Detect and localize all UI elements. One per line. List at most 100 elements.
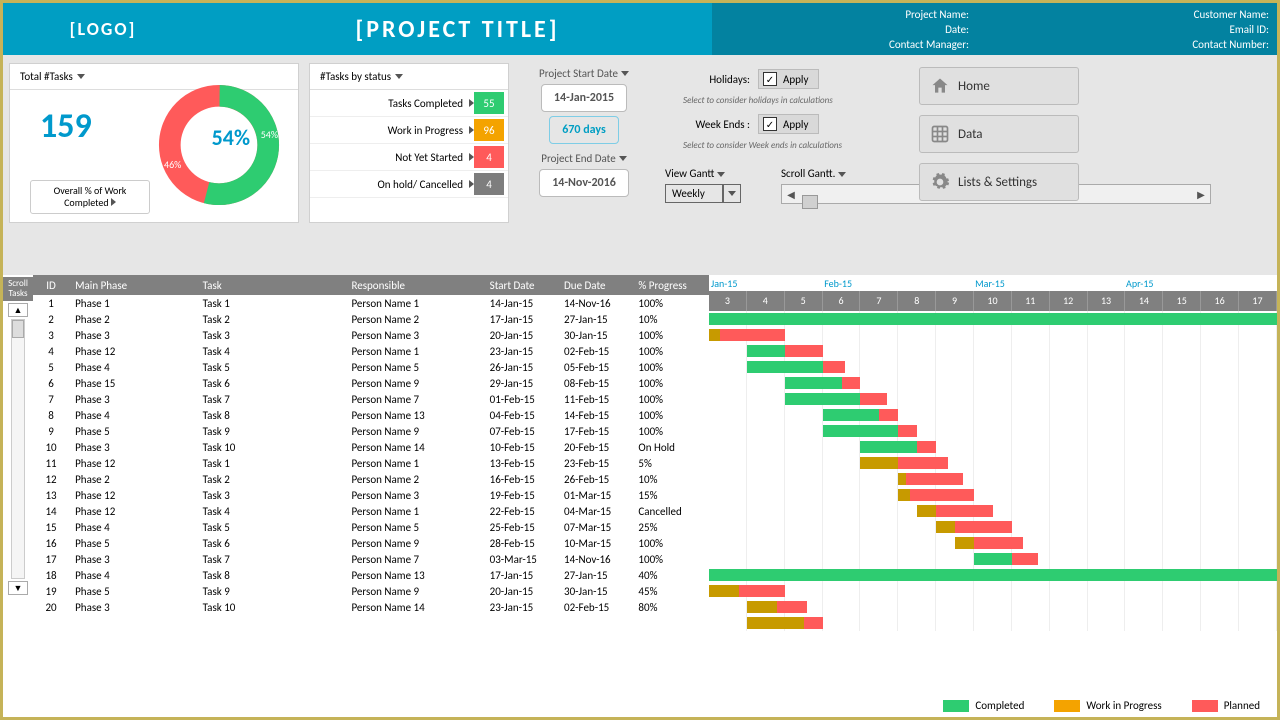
- cell-progress: 100%: [632, 407, 709, 423]
- vertical-scroll-thumb[interactable]: [12, 320, 24, 338]
- gantt-cell: [1201, 343, 1239, 359]
- scroll-right-icon[interactable]: ▶: [1192, 188, 1210, 201]
- gantt-cell: [785, 327, 823, 343]
- gantt-cell: [974, 343, 1012, 359]
- gantt-cell: [1201, 375, 1239, 391]
- table-header[interactable]: Responsible: [345, 275, 483, 295]
- table-row[interactable]: 15 Phase 4 Task 5 Person Name 5 25-Feb-1…: [33, 519, 709, 535]
- gantt-cell: [1088, 343, 1126, 359]
- overall-work-button[interactable]: Overall % of Work Completed: [30, 180, 150, 214]
- table-row[interactable]: 19 Phase 5 Task 9 Person Name 9 20-Jan-1…: [33, 583, 709, 599]
- table-row[interactable]: 2 Phase 2 Task 2 Person Name 2 17-Jan-15…: [33, 311, 709, 327]
- gantt-cell: [1012, 519, 1050, 535]
- card-tasks-by-status: #Tasks by status Tasks Completed 55 Work…: [309, 63, 509, 223]
- table-row[interactable]: 13 Phase 12 Task 3 Person Name 3 19-Feb-…: [33, 487, 709, 503]
- start-date-label[interactable]: Project Start Date: [539, 67, 629, 80]
- scroll-down-button[interactable]: ▼: [8, 581, 28, 595]
- holidays-apply-toggle[interactable]: ✓ Apply: [758, 69, 819, 89]
- gantt-cell: [1125, 615, 1163, 631]
- table-header[interactable]: ID: [33, 275, 69, 295]
- workspace: Scroll Tasks ▲ ▼ IDMain PhaseTaskRespons…: [3, 275, 1277, 655]
- gantt-cell: [823, 519, 861, 535]
- cell-progress: 100%: [632, 295, 709, 311]
- table-row[interactable]: 20 Phase 3 Task 10 Person Name 14 23-Jan…: [33, 599, 709, 615]
- cell-phase: Phase 3: [69, 439, 197, 455]
- cell-progress: 80%: [632, 599, 709, 615]
- table-row[interactable]: 12 Phase 2 Task 2 Person Name 2 16-Feb-1…: [33, 471, 709, 487]
- dashboard-row: Total #Tasks 159 54% 46% 54% Overall % o…: [3, 55, 1277, 275]
- gantt-cell: [974, 455, 1012, 471]
- gantt-cell: [1012, 343, 1050, 359]
- table-row[interactable]: 16 Phase 5 Task 6 Person Name 9 28-Feb-1…: [33, 535, 709, 551]
- label-email: Email ID:: [985, 22, 1269, 37]
- project-meta-left: Project Name: Date: Contact Manager:: [712, 3, 977, 55]
- table-row[interactable]: 7 Phase 3 Task 7 Person Name 7 01-Feb-15…: [33, 391, 709, 407]
- scroll-left-icon[interactable]: ◀: [782, 188, 800, 201]
- end-date-label[interactable]: Project End Date: [541, 152, 626, 165]
- cell-responsible: Person Name 5: [345, 519, 483, 535]
- gantt-cell: [898, 599, 936, 615]
- table-row[interactable]: 8 Phase 4 Task 8 Person Name 13 04-Feb-1…: [33, 407, 709, 423]
- status-header[interactable]: #Tasks by status: [310, 64, 508, 90]
- gantt-cell: [1050, 487, 1088, 503]
- gantt-cell: [1239, 583, 1277, 599]
- scroll-thumb[interactable]: [802, 195, 818, 209]
- status-row[interactable]: Work in Progress 96: [310, 117, 508, 144]
- label-project-name: Project Name:: [720, 7, 969, 22]
- status-row[interactable]: Not Yet Started 4: [310, 144, 508, 171]
- cell-responsible: Person Name 13: [345, 567, 483, 583]
- cell-task: Task 8: [197, 567, 346, 583]
- table-row[interactable]: 17 Phase 3 Task 7 Person Name 7 03-Mar-1…: [33, 551, 709, 567]
- home-button[interactable]: Home: [919, 67, 1079, 105]
- gantt-cell: [1201, 487, 1239, 503]
- gantt-cell: [709, 407, 747, 423]
- vertical-scroll-track[interactable]: [11, 319, 25, 579]
- table-header[interactable]: Due Date: [558, 275, 632, 295]
- gantt-week-cell: 10: [974, 291, 1012, 311]
- table-header[interactable]: % Progress: [632, 275, 709, 295]
- view-gantt-label: View Gantt: [665, 167, 714, 180]
- table-row[interactable]: 1 Phase 1 Task 1 Person Name 1 14-Jan-15…: [33, 295, 709, 311]
- scroll-up-button[interactable]: ▲: [8, 303, 28, 317]
- table-row[interactable]: 9 Phase 5 Task 9 Person Name 9 07-Feb-15…: [33, 423, 709, 439]
- gantt-bar: [906, 473, 963, 485]
- cell-responsible: Person Name 1: [345, 455, 483, 471]
- table-row[interactable]: 4 Phase 12 Task 4 Person Name 1 23-Jan-1…: [33, 343, 709, 359]
- weekends-apply-toggle[interactable]: ✓ Apply: [758, 114, 819, 134]
- gantt-cell: [1163, 455, 1201, 471]
- gantt-cell: [1088, 439, 1126, 455]
- cell-phase: Phase 15: [69, 375, 197, 391]
- table-row[interactable]: 11 Phase 12 Task 1 Person Name 1 13-Feb-…: [33, 455, 709, 471]
- gantt-row: [709, 535, 1277, 551]
- table-row[interactable]: 14 Phase 12 Task 4 Person Name 1 22-Feb-…: [33, 503, 709, 519]
- table-row[interactable]: 6 Phase 15 Task 6 Person Name 9 29-Jan-1…: [33, 375, 709, 391]
- table-header[interactable]: Main Phase: [69, 275, 197, 295]
- gantt-cell: [1012, 423, 1050, 439]
- gantt-cell: [1163, 343, 1201, 359]
- cell-progress: 10%: [632, 471, 709, 487]
- table-row[interactable]: 3 Phase 3 Task 3 Person Name 3 20-Jan-15…: [33, 327, 709, 343]
- cell-due: 01-Mar-15: [558, 487, 632, 503]
- status-row[interactable]: On hold/ Cancelled 4: [310, 171, 508, 198]
- table-header[interactable]: Task: [197, 275, 346, 295]
- gantt-bar: [955, 537, 974, 549]
- cell-due: 07-Mar-15: [558, 519, 632, 535]
- gantt-cell: [747, 439, 785, 455]
- gantt-legend: Completed Work in Progress Planned: [943, 699, 1260, 712]
- gantt-cell: [1163, 503, 1201, 519]
- status-row[interactable]: Tasks Completed 55: [310, 90, 508, 117]
- weekly-select[interactable]: Weekly: [665, 184, 741, 203]
- status-row-value: 4: [474, 146, 504, 168]
- cell-progress: 45%: [632, 583, 709, 599]
- gantt-cell: [1163, 487, 1201, 503]
- table-row[interactable]: 10 Phase 3 Task 10 Person Name 14 10-Feb…: [33, 439, 709, 455]
- data-button[interactable]: Data: [919, 115, 1079, 153]
- gantt-bar: [804, 617, 823, 629]
- table-row[interactable]: 5 Phase 4 Task 5 Person Name 5 26-Jan-15…: [33, 359, 709, 375]
- view-gantt-dropdown[interactable]: View Gantt: [665, 167, 741, 180]
- gantt-bar: [747, 345, 785, 357]
- table-row[interactable]: 18 Phase 4 Task 8 Person Name 13 17-Jan-…: [33, 567, 709, 583]
- table-header[interactable]: Start Date: [484, 275, 558, 295]
- gantt-row: [709, 375, 1277, 391]
- lists-settings-button[interactable]: Lists & Settings: [919, 163, 1079, 201]
